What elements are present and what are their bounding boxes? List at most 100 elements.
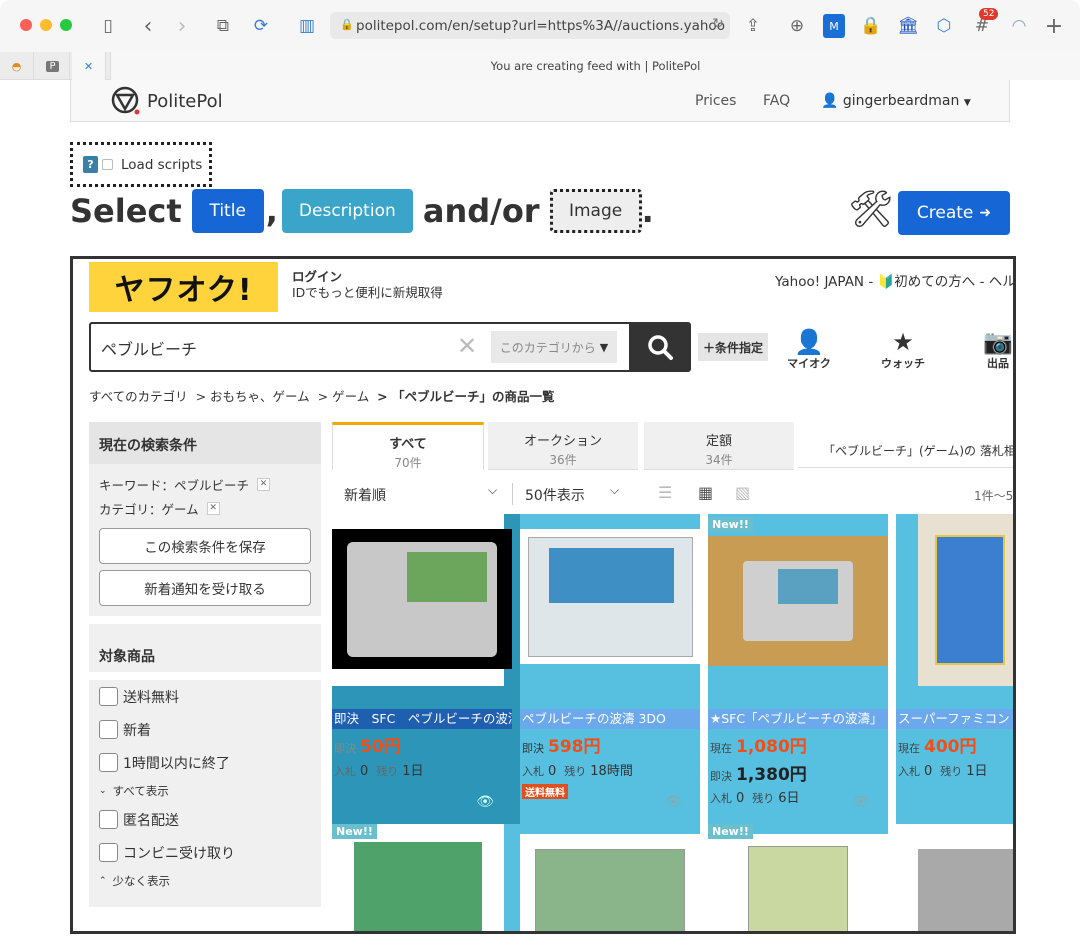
myauction-link[interactable]: 👤 マイオク xyxy=(779,329,839,371)
item-price: 現在 400円 xyxy=(898,732,977,757)
bank-icon[interactable]: 🏛 xyxy=(896,14,920,38)
product-image[interactable] xyxy=(918,514,1013,686)
tab-all[interactable]: すべて 70件 xyxy=(332,422,484,470)
anonymous-filter[interactable]: 匿名配送 xyxy=(99,803,311,836)
rss-icon[interactable]: ◠ xyxy=(1008,14,1030,38)
politepol-logo[interactable]: PolitePol xyxy=(111,86,223,116)
clear-icon[interactable]: ✕ xyxy=(457,332,477,360)
pinned-tab-1[interactable]: ◓ xyxy=(0,52,34,80)
checkbox[interactable] xyxy=(99,753,118,772)
download-icon[interactable]: ⊕ xyxy=(786,14,808,38)
product-image[interactable] xyxy=(332,529,512,669)
product-image[interactable] xyxy=(708,834,888,931)
translate-icon[interactable]: M xyxy=(823,14,845,38)
load-scripts-checkbox[interactable] xyxy=(102,159,113,170)
checkbox[interactable] xyxy=(99,843,118,862)
product-image[interactable] xyxy=(520,529,700,664)
create-button[interactable]: Create ➜ xyxy=(898,191,1010,235)
share-icon[interactable]: ⇪ xyxy=(742,14,764,38)
sell-link[interactable]: 📷 出品 xyxy=(968,329,1013,371)
checkbox[interactable] xyxy=(99,720,118,739)
category-select[interactable]: このカテゴリから ▼ xyxy=(491,331,617,363)
list-item[interactable]: New!! xyxy=(332,824,520,931)
market-price-link[interactable]: 「ペブルビーチ」(ゲーム)の 落札相場 xyxy=(798,442,1013,468)
forward-icon[interactable]: › xyxy=(172,14,192,39)
watch-eye-icon[interactable]: 👁 xyxy=(852,794,870,810)
login-sub[interactable]: IDでもっと便利に新規取得 xyxy=(292,285,443,301)
image-button[interactable]: Image xyxy=(549,189,642,233)
faq-link[interactable]: FAQ xyxy=(763,93,790,109)
ending-soon-filter[interactable]: 1時間以内に終了 xyxy=(99,746,311,779)
active-tab-title[interactable]: You are creating feed with | PolitePol xyxy=(110,52,1080,80)
reader-icon[interactable]: ▥ xyxy=(295,14,319,38)
show-less-toggle[interactable]: ⌃ 少なく表示 xyxy=(99,869,311,893)
list-item[interactable]: 即決 SFC ペブルビーチの波濤 即決 50円 入札 0 残り 1日 👁 xyxy=(332,514,520,826)
watch-eye-icon[interactable]: 👁 xyxy=(476,794,494,810)
show-all-toggle[interactable]: ⌄ すべて表示 xyxy=(99,779,311,803)
list-item[interactable] xyxy=(520,824,700,931)
close-window-button[interactable] xyxy=(20,19,32,31)
back-icon[interactable]: ‹ xyxy=(138,14,158,39)
search-input[interactable]: ペブルビーチ xyxy=(101,336,197,360)
minimize-window-button[interactable] xyxy=(40,19,52,31)
login-link[interactable]: ログイン xyxy=(292,269,443,285)
list-item[interactable]: New!! ★SFC「ペブルビーチの波濤」 現在 1,080円 即決 1,380円 … xyxy=(708,514,888,824)
search-box[interactable]: ペブルビーチ ✕ このカテゴリから ▼ xyxy=(89,322,691,372)
tab-fixed[interactable]: 定額 34件 xyxy=(644,422,794,470)
zoom-window-button[interactable] xyxy=(60,19,72,31)
save-search-button[interactable]: この検索条件を保存 xyxy=(99,528,311,564)
list-item[interactable]: New!! xyxy=(708,824,888,931)
description-button[interactable]: Description xyxy=(281,189,413,233)
load-scripts-toggle[interactable]: ? Load scripts xyxy=(70,142,212,187)
checkbox[interactable] xyxy=(99,687,118,706)
yahoo-auction-logo[interactable]: ヤフオク! xyxy=(89,262,278,312)
cube-icon[interactable]: ⬡ xyxy=(932,14,956,38)
grid-view-icon[interactable]: ▦ xyxy=(698,483,713,502)
reload-icon[interactable]: ↻ xyxy=(712,16,724,32)
item-title[interactable]: 即決 SFC ペブルビーチの波濤 xyxy=(332,709,512,729)
watch-link[interactable]: ★ ウォッチ xyxy=(873,329,933,371)
list-item[interactable]: スーパーファミコン 現在 400円 入札 0 残り 1日 xyxy=(896,514,1013,824)
pinned-tab-2[interactable]: P xyxy=(36,52,70,80)
new-filter[interactable]: 新着 xyxy=(99,713,311,746)
breadcrumb-item[interactable]: すべてのカテゴリ xyxy=(89,389,188,404)
new-tab-icon[interactable]: + xyxy=(1044,14,1064,39)
search-button[interactable] xyxy=(629,322,691,372)
sort-select[interactable]: 新着順 xyxy=(344,485,386,505)
breadcrumb-item[interactable]: > おもちゃ、ゲーム xyxy=(196,389,310,404)
sidebar-icon[interactable]: ▯ xyxy=(96,14,120,38)
remove-icon[interactable]: ✕ xyxy=(206,501,220,515)
yahoo-top-links[interactable]: Yahoo! JAPAN - 🔰初めての方へ - ヘルプ xyxy=(775,270,1013,290)
free-shipping-filter[interactable]: 送料無料 xyxy=(99,680,311,713)
condition-button[interactable]: ＋条件指定 xyxy=(698,333,768,361)
product-image[interactable] xyxy=(520,834,700,931)
prices-link[interactable]: Prices xyxy=(695,93,736,109)
item-title[interactable]: ★SFC「ペブルビーチの波濤」 xyxy=(708,709,888,729)
help-icon[interactable]: ? xyxy=(83,156,98,173)
product-image[interactable] xyxy=(918,849,1013,931)
item-title[interactable]: ペブルビーチの波濤 3DO xyxy=(520,709,700,729)
tile-view-icon[interactable]: ▧ xyxy=(735,483,750,502)
list-item[interactable] xyxy=(896,824,1013,931)
list-item[interactable]: ペブルビーチの波濤 3DO 即決 598円 入札 0 残り 18時間 送料無料 👁 xyxy=(520,514,700,824)
address-bar[interactable]: 🔒 politepol.com/en/setup?url=https%3A//a… xyxy=(330,12,730,39)
checkbox[interactable] xyxy=(99,810,118,829)
perpage-select[interactable]: 50件表示 xyxy=(525,485,585,505)
watch-eye-icon[interactable]: 👁 xyxy=(664,794,682,810)
pinned-tab-3[interactable]: ✕ xyxy=(72,52,106,80)
title-button[interactable]: Title xyxy=(191,189,264,233)
list-view-icon[interactable]: ☰ xyxy=(658,483,672,502)
password-icon[interactable]: 🔒 xyxy=(860,14,882,38)
convenience-filter[interactable]: コンビニ受け取り xyxy=(99,836,311,869)
notify-button[interactable]: 新着通知を受け取る xyxy=(99,570,311,606)
remove-icon[interactable]: ✕ xyxy=(257,477,271,491)
breadcrumb-item[interactable]: > ゲーム xyxy=(318,389,370,404)
product-image[interactable] xyxy=(354,842,482,931)
login-block[interactable]: ログイン IDでもっと便利に新規取得 xyxy=(292,269,443,301)
tab-overview-icon[interactable]: ⧉ xyxy=(212,14,234,38)
extension-icon[interactable]: ⟳ xyxy=(250,14,272,38)
user-menu[interactable]: 👤 gingerbeardman ▼ xyxy=(821,93,971,109)
item-title[interactable]: スーパーファミコン xyxy=(896,709,1013,729)
tab-auction[interactable]: オークション 36件 xyxy=(488,422,638,470)
product-image[interactable] xyxy=(708,536,888,666)
